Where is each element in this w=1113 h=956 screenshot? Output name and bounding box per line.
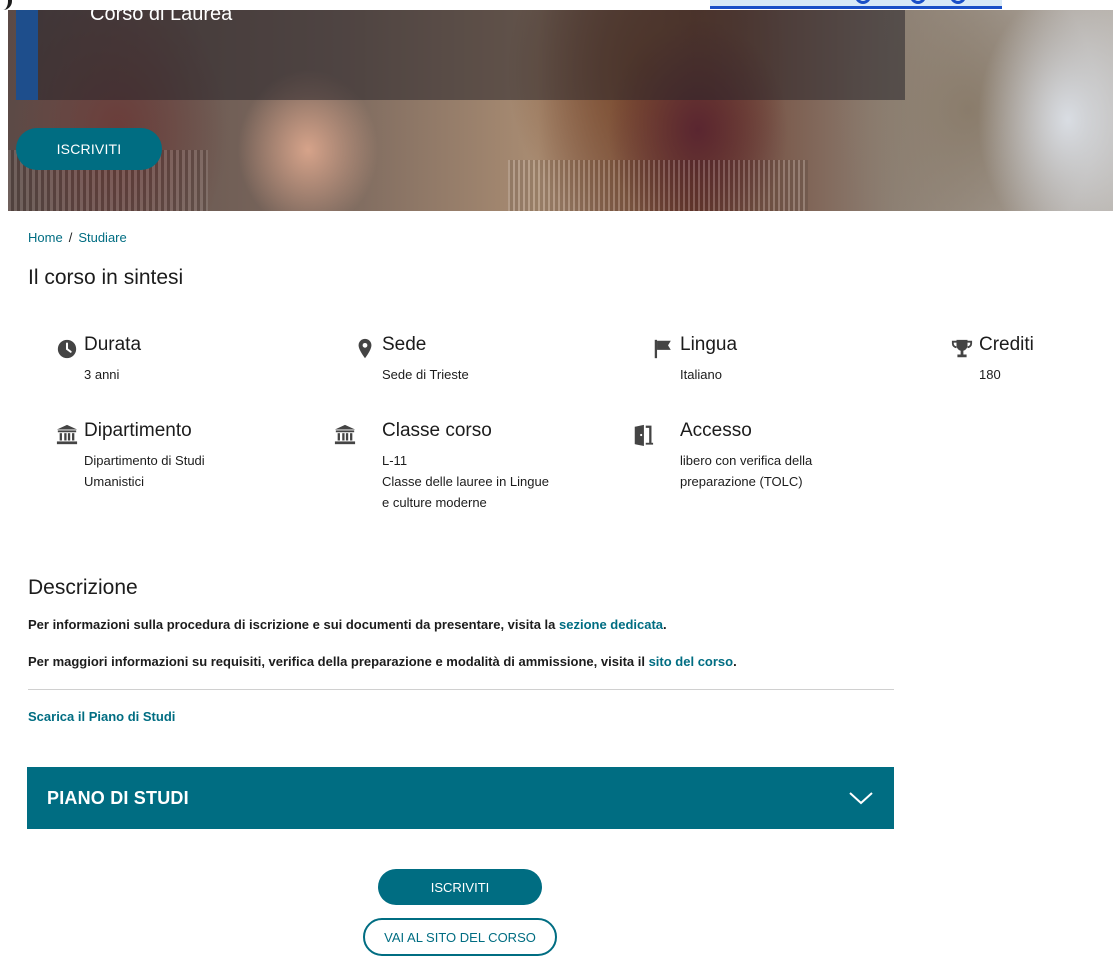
info-value-line: L-11 (382, 453, 408, 468)
info-label: Accesso (680, 420, 752, 441)
clock-icon (57, 339, 77, 359)
info-label: Crediti (979, 334, 1034, 355)
description-text: . (663, 617, 667, 632)
course-site-link[interactable]: sito del corso (649, 654, 734, 669)
breadcrumb-studiare[interactable]: Studiare (78, 230, 126, 245)
hero-image-detail (508, 160, 808, 211)
info-value-line: Dipartimento di Studi (84, 453, 205, 468)
description-text: Per maggiori informazioni su requisiti, … (28, 654, 649, 669)
info-label: Lingua (680, 334, 738, 355)
info-label: Classe corso (382, 420, 492, 441)
download-study-plan-link[interactable]: Scarica il Piano di Studi (28, 709, 175, 724)
description-paragraph: Per informazioni sulla procedura di iscr… (28, 617, 667, 632)
info-value: L-11 Classe delle lauree in Lingue e cul… (382, 450, 582, 513)
header-link-fragment[interactable] (710, 0, 1002, 9)
flag-icon (654, 339, 671, 359)
info-value: 3 anni (84, 367, 120, 382)
trophy-icon (951, 339, 973, 358)
summary-title: Il corso in sintesi (28, 266, 184, 289)
description-text: Per informazioni sulla procedura di iscr… (28, 617, 559, 632)
info-value-line: preparazione (TOLC) (680, 474, 803, 489)
hero-enroll-button[interactable]: ISCRIVITI (16, 128, 162, 170)
info-label: Durata (84, 334, 142, 355)
info-label: Dipartimento (84, 420, 192, 441)
description-paragraph: Per maggiori informazioni su requisiti, … (28, 654, 737, 669)
breadcrumb: Home / Studiare (28, 230, 127, 245)
hero-title-panel: Corso di Laurea (16, 10, 905, 100)
course-site-button[interactable]: VAI AL SITO DEL CORSO (363, 918, 557, 956)
map-marker-icon (358, 338, 372, 359)
divider (28, 689, 894, 690)
description-text: . (733, 654, 737, 669)
chevron-down-icon (849, 792, 873, 805)
study-plan-accordion[interactable]: PIANO DI STUDI (27, 767, 894, 829)
institution-icon (56, 424, 78, 445)
info-value-line: Classe delle lauree in Lingue (382, 474, 549, 489)
institution-icon (334, 424, 356, 445)
info-value-line: e culture moderne (382, 495, 487, 510)
description-title: Descrizione (28, 576, 138, 599)
info-value: Italiano (680, 367, 722, 382)
hero-accent-bar (16, 10, 38, 100)
enrollment-section-link[interactable]: sezione dedicata (559, 617, 663, 632)
enroll-button[interactable]: ISCRIVITI (378, 869, 542, 905)
info-value: 180 (979, 367, 1001, 382)
breadcrumb-separator: / (68, 230, 73, 245)
accordion-title: PIANO DI STUDI (47, 787, 189, 808)
info-label: Sede (382, 334, 427, 355)
info-value: Sede di Trieste (382, 367, 469, 382)
hero-banner: Corso di Laurea ISCRIVITI (8, 10, 1113, 211)
info-value-line: Umanistici (84, 474, 144, 489)
info-value: Dipartimento di Studi Umanistici (84, 450, 284, 492)
hero-subtitle: Corso di Laurea (90, 10, 233, 25)
door-open-icon (634, 424, 654, 446)
breadcrumb-home[interactable]: Home (28, 230, 63, 245)
info-value-line: libero con verifica della (680, 453, 813, 468)
info-value: libero con verifica della preparazione (… (680, 450, 880, 492)
